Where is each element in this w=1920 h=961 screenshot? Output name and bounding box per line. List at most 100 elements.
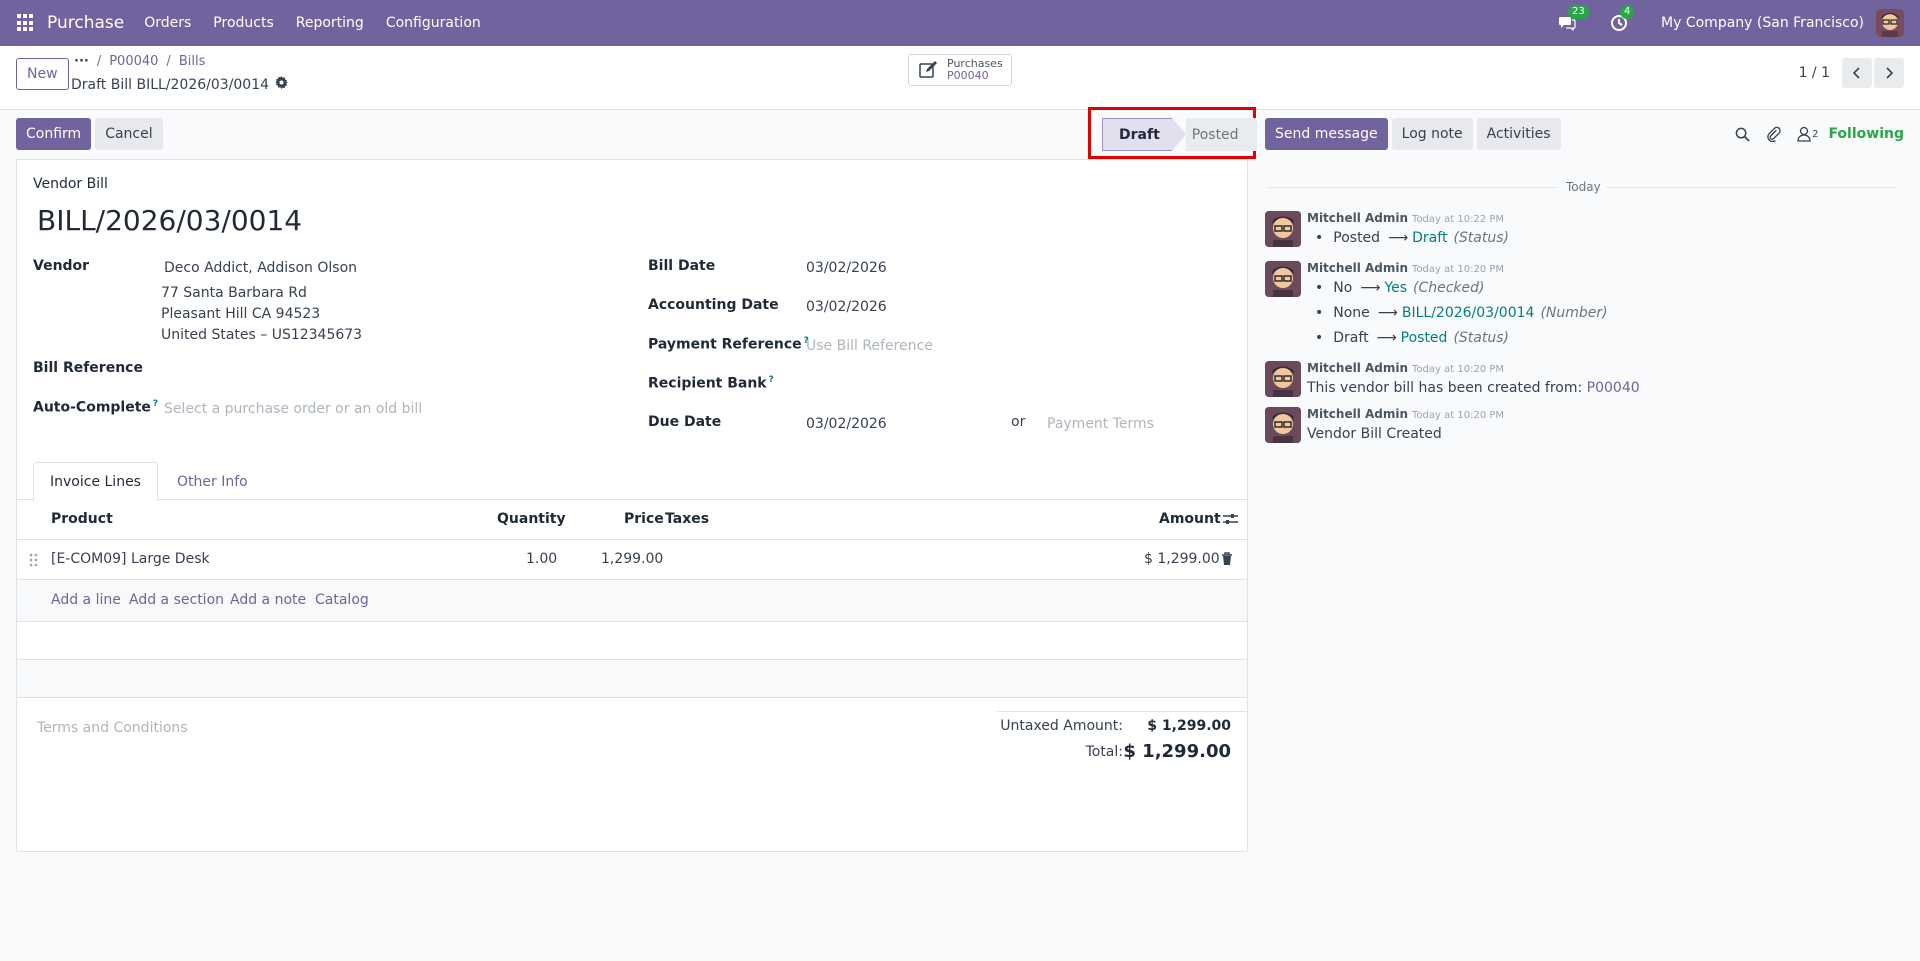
pager-next-button[interactable] — [1874, 58, 1904, 88]
tracking-old-value: No — [1333, 280, 1353, 296]
tracking-old-value: Posted — [1333, 230, 1381, 246]
statusbar: Draft Posted — [1102, 118, 1257, 151]
tab-invoice-lines[interactable]: Invoice Lines — [33, 462, 158, 501]
chevron-right-icon — [1886, 67, 1894, 79]
apps-menu-icon[interactable] — [17, 14, 35, 32]
new-button[interactable]: New — [16, 58, 69, 90]
line-price[interactable]: 1,299.00 — [601, 551, 663, 567]
pager-previous-button[interactable] — [1842, 58, 1872, 88]
gear-icon[interactable] — [275, 76, 289, 93]
purchases-smart-button[interactable]: Purchases P00040 — [908, 54, 1012, 86]
due-date-label: Due Date — [648, 414, 722, 430]
record-title: Draft Bill BILL/2026/03/0014 — [71, 76, 289, 93]
chatter-message: Mitchell Admin Today at 10:20 PM This ven… — [1265, 361, 1885, 401]
message-author-name[interactable]: Mitchell Admin — [1307, 211, 1408, 225]
table-row[interactable]: [E-COM09] Large Desk 1.00 1,299.00 $ 1,2… — [17, 540, 1247, 580]
user-icon — [1797, 126, 1811, 142]
message-author-name[interactable]: Mitchell Admin — [1307, 261, 1408, 275]
add-note-link[interactable]: Add a note — [230, 592, 306, 608]
menu-orders[interactable]: Orders — [144, 15, 191, 31]
status-posted[interactable]: Posted — [1185, 118, 1257, 151]
payment-reference-label-text: Payment Reference — [648, 336, 802, 353]
following-button[interactable]: Following — [1828, 126, 1904, 142]
menu-reporting[interactable]: Reporting — [296, 15, 364, 31]
message-link[interactable]: P00040 — [1587, 380, 1640, 396]
message-author-name[interactable]: Mitchell Admin — [1307, 361, 1408, 375]
terms-and-conditions-input[interactable]: Terms and Conditions — [37, 720, 188, 736]
due-date-field[interactable]: 03/02/2026 — [806, 416, 887, 432]
add-line-link[interactable]: Add a line — [51, 592, 121, 608]
vendor-address-line-1: 77 Santa Barbara Rd — [161, 285, 307, 301]
form-sheet: Vendor Bill BILL/2026/03/0014 Vendor Dec… — [16, 159, 1248, 852]
tab-other-info[interactable]: Other Info — [161, 462, 264, 501]
document-name[interactable]: BILL/2026/03/0014 — [37, 204, 302, 237]
user-avatar[interactable] — [1876, 9, 1904, 37]
column-product[interactable]: Product — [51, 511, 113, 527]
column-price[interactable]: Price — [624, 511, 664, 527]
breadcrumb-bills[interactable]: Bills — [179, 54, 206, 69]
avatar[interactable] — [1265, 211, 1301, 247]
column-settings-icon[interactable] — [1223, 513, 1238, 529]
trash-icon[interactable] — [1221, 552, 1233, 570]
chevron-left-icon — [1852, 67, 1860, 79]
activities-count-badge: 4 — [1620, 5, 1635, 19]
add-section-link[interactable]: Add a section — [129, 592, 224, 608]
line-quantity[interactable]: 1.00 — [526, 551, 557, 567]
followers-button[interactable]: 2 — [1797, 126, 1818, 142]
message-body: This vendor bill has been created from: … — [1307, 380, 1640, 396]
message-body-text: This vendor bill has been created from: — [1307, 380, 1583, 396]
column-taxes[interactable]: Taxes — [665, 511, 709, 527]
activities-button[interactable]: Activities — [1476, 118, 1561, 150]
empty-row — [17, 622, 1247, 660]
vendor-address-line-2: Pleasant Hill CA 94523 — [161, 306, 321, 322]
search-icon[interactable] — [1735, 127, 1750, 142]
bill-reference-input[interactable] — [164, 360, 604, 380]
bill-date-field[interactable]: 03/02/2026 — [806, 260, 887, 276]
status-arrow — [1171, 118, 1186, 151]
untaxed-amount-value: $ 1,299.00 — [1147, 718, 1231, 734]
vendor-field[interactable]: Deco Addict, Addison Olson — [164, 260, 357, 276]
avatar[interactable] — [1265, 261, 1301, 297]
chatter-actions: Send message Log note Activities — [1265, 118, 1561, 150]
control-panel: New ··· / P00040 / Bills Draft Bill BILL… — [0, 46, 1920, 110]
avatar[interactable] — [1265, 407, 1301, 443]
status-draft[interactable]: Draft — [1102, 118, 1172, 151]
avatar[interactable] — [1265, 361, 1301, 397]
messages-icon[interactable]: 23 — [1557, 5, 1589, 33]
auto-complete-label-text: Auto-Complete — [33, 399, 151, 416]
log-note-button[interactable]: Log note — [1391, 118, 1473, 150]
accounting-date-field[interactable]: 03/02/2026 — [806, 299, 887, 315]
message-author-name[interactable]: Mitchell Admin — [1307, 407, 1408, 421]
tracking-new-value: Posted — [1400, 330, 1448, 346]
confirm-button[interactable]: Confirm — [16, 118, 92, 150]
add-line-row: Add a line Add a section Add a note Cata… — [17, 580, 1247, 622]
pager-value[interactable]: 1 / 1 — [1799, 65, 1830, 81]
auto-complete-input[interactable]: Select a purchase order or an old bill — [164, 401, 422, 417]
activities-clock-icon[interactable]: 4 — [1609, 5, 1635, 33]
menu-products[interactable]: Products — [213, 15, 273, 31]
paperclip-icon[interactable] — [1766, 126, 1781, 142]
messages-count-badge: 23 — [1568, 5, 1589, 19]
send-message-button[interactable]: Send message — [1265, 118, 1388, 150]
catalog-link[interactable]: Catalog — [315, 592, 369, 608]
app-name[interactable]: Purchase — [47, 13, 124, 33]
help-mark[interactable]: ? — [769, 375, 774, 385]
message-author: Mitchell Admin Today at 10:20 PM — [1307, 361, 1504, 375]
column-quantity[interactable]: Quantity — [497, 511, 566, 527]
payment-reference-input[interactable]: Use Bill Reference — [806, 338, 933, 354]
tracking-old-value: None — [1333, 305, 1370, 321]
breadcrumb-purchase-order[interactable]: P00040 — [109, 54, 158, 69]
drag-handle-icon[interactable] — [29, 553, 38, 571]
payment-terms-input[interactable]: Payment Terms — [1047, 416, 1154, 432]
tracking-new-value: Draft — [1412, 230, 1448, 246]
cancel-button[interactable]: Cancel — [95, 118, 163, 150]
chatter-message: Mitchell Admin Today at 10:22 PM • Posted ⟶… — [1265, 211, 1885, 251]
message-time: Today at 10:20 PM — [1412, 364, 1505, 375]
company-switcher[interactable]: My Company (San Francisco) — [1661, 15, 1864, 31]
menu-configuration[interactable]: Configuration — [386, 15, 481, 31]
line-product[interactable]: [E-COM09] Large Desk — [51, 551, 210, 567]
breadcrumb-more-icon[interactable]: ··· — [74, 54, 89, 69]
help-mark[interactable]: ? — [153, 399, 158, 409]
column-amount[interactable]: Amount — [1159, 511, 1221, 527]
untaxed-amount-label: Untaxed Amount: — [1000, 718, 1123, 734]
